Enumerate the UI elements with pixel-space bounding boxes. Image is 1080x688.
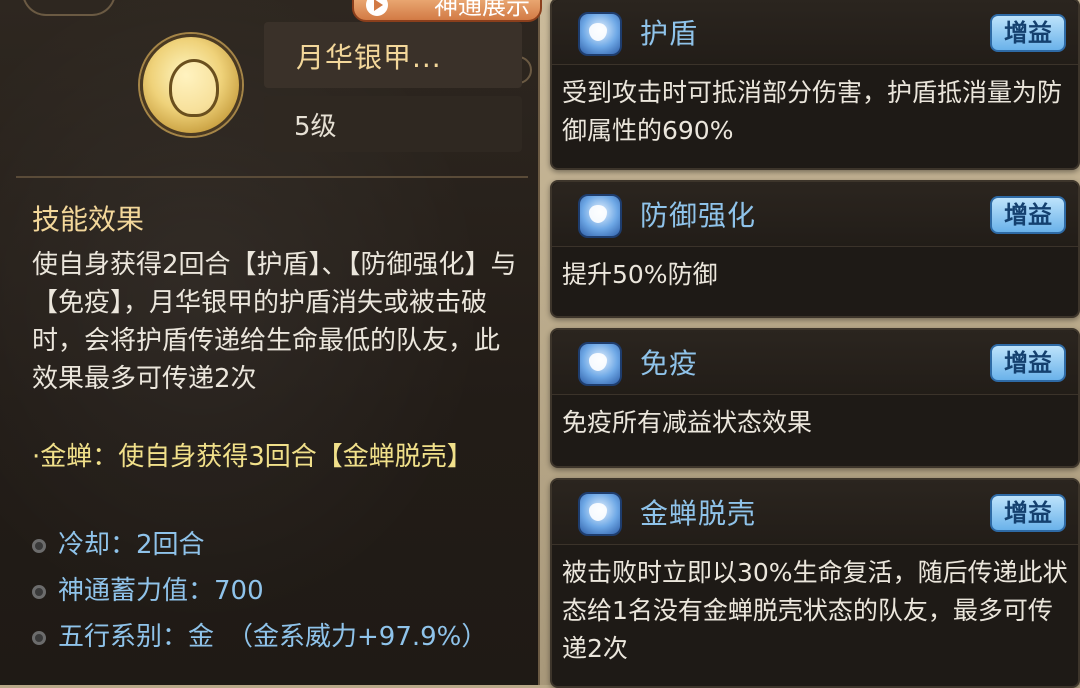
cooldown-stat: 冷却：2回合 — [32, 524, 205, 561]
skill-detail-panel: 神通展示 月华银甲... 5级 技能效果 使自身获得2回合【护盾】、【防御强化】… — [0, 0, 542, 685]
cicada-shell-icon — [578, 492, 622, 536]
extra-effect: ·金蝉：使自身获得3回合【金蝉脱壳】 — [32, 442, 473, 472]
panel-ornament — [22, 0, 116, 16]
buff-description: 受到攻击时可抵消部分伤害，护盾抵消量为防御属性的690% — [562, 78, 1063, 145]
buff-name: 护盾 — [640, 17, 699, 50]
cooldown-text: 冷却：2回合 — [58, 530, 205, 560]
buff-name: 防御强化 — [640, 199, 757, 232]
wings-icon — [578, 342, 622, 386]
buff-card-golden-cicada: 金蝉脱壳 增益 被击败时立即以30%生命复活，随后传递此状态给1名没有金蝉脱壳状… — [550, 478, 1080, 688]
bullet-icon — [32, 538, 46, 553]
buff-name: 金蝉脱壳 — [640, 497, 757, 530]
demo-button-label: 神通展示 — [434, 0, 530, 20]
section-title: 技能效果 — [32, 203, 145, 236]
bullet-icon — [32, 584, 46, 599]
demo-button[interactable]: 神通展示 — [352, 0, 542, 22]
buff-tag: 增益 — [990, 14, 1066, 52]
shield-icon — [578, 194, 622, 238]
buff-description: 被击败时立即以30%生命复活，随后传递此状态给1名没有金蝉脱壳状态的队友，最多可… — [562, 558, 1068, 663]
charge-stat: 神通蓄力值：700 — [32, 570, 264, 607]
element-text: 五行系别：金 （金系威力+97.9%） — [58, 622, 488, 652]
buff-description: 免疫所有减益状态效果 — [562, 408, 813, 437]
buff-card-shield: 护盾 增益 受到攻击时可抵消部分伤害，护盾抵消量为防御属性的690% — [550, 0, 1080, 170]
buff-name: 免疫 — [640, 347, 699, 380]
buff-card-defense-up: 防御强化 增益 提升50%防御 — [550, 180, 1080, 318]
element-stat: 五行系别：金 （金系威力+97.9%） — [32, 616, 487, 653]
bullet-icon — [32, 630, 46, 645]
skill-level: 5级 — [294, 112, 337, 142]
buff-tag: 增益 — [990, 196, 1066, 234]
effect-description: 使自身获得2回合【护盾】、【防御强化】与【免疫】，月华银甲的护盾消失或被击破时，… — [32, 250, 517, 394]
skill-name: 月华银甲... — [296, 41, 442, 74]
buff-tag: 增益 — [990, 344, 1066, 382]
buff-card-immunity: 免疫 增益 免疫所有减益状态效果 — [550, 328, 1080, 468]
charge-text: 神通蓄力值：700 — [58, 576, 264, 606]
shield-dome-icon — [578, 12, 622, 56]
skill-icon — [140, 34, 242, 136]
buff-tag: 增益 — [990, 494, 1066, 532]
play-icon — [366, 0, 388, 16]
buff-description: 提升50%防御 — [562, 260, 718, 289]
divider — [16, 176, 528, 178]
